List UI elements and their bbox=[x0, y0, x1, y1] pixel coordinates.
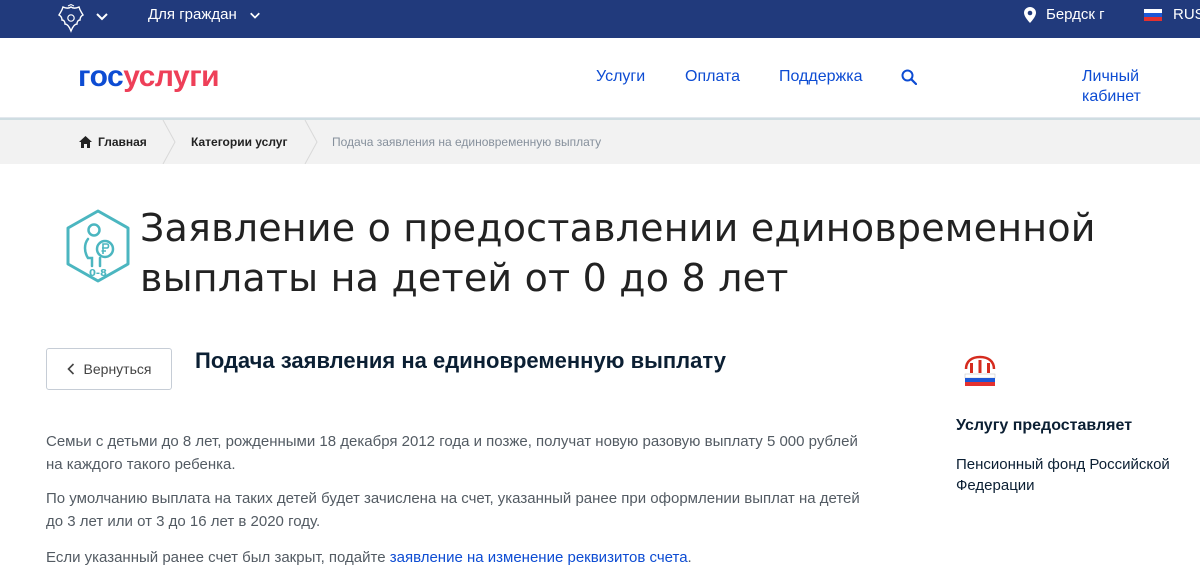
info-paragraph: Семьи с детьми до 8 лет, рожденными 18 д… bbox=[46, 433, 858, 473]
nav-services[interactable]: Услуги bbox=[596, 67, 645, 87]
nav-support[interactable]: Поддержка bbox=[779, 67, 862, 87]
nav-personal-account[interactable]: Личный кабинет bbox=[1082, 67, 1200, 107]
child-payment-icon-label: 0-8 bbox=[89, 268, 107, 279]
change-account-details-link[interactable]: заявление на изменение реквизитов счета bbox=[390, 549, 688, 566]
top-bar: Для граждан Бердск г RUS bbox=[0, 0, 1200, 38]
breadcrumb-separator bbox=[162, 120, 176, 164]
breadcrumb-home[interactable]: Главная bbox=[79, 135, 147, 149]
pfr-logo-icon bbox=[964, 355, 996, 386]
language-selector[interactable]: RUS bbox=[1144, 6, 1200, 24]
nav-payment[interactable]: Оплата bbox=[685, 67, 740, 87]
site-header: госуслуги Услуги Оплата Поддержка Личный… bbox=[0, 38, 1200, 118]
provider-heading: Услугу предоставляет bbox=[956, 417, 1133, 434]
audience-selector[interactable]: Для граждан bbox=[148, 6, 261, 24]
child-payment-icon: 0-8 bbox=[66, 209, 130, 283]
logo-part-uslugi: услуги bbox=[123, 60, 220, 93]
audience-label: Для граждан bbox=[148, 6, 237, 23]
home-icon bbox=[79, 136, 92, 148]
breadcrumb-home-label: Главная bbox=[98, 135, 147, 149]
info-paragraph: По умолчанию выплата на таких детей буде… bbox=[46, 490, 860, 530]
logo-part-gos: гос bbox=[78, 60, 124, 93]
info-paragraph-end: . bbox=[687, 549, 692, 566]
city-label: Бердск г bbox=[1046, 6, 1105, 23]
page-title: Заявление о предоставлении единовременно… bbox=[140, 206, 1096, 300]
gosuslugi-logo[interactable]: госуслуги bbox=[78, 60, 220, 94]
emblem-icon[interactable] bbox=[56, 4, 86, 34]
search-icon[interactable] bbox=[901, 69, 917, 85]
info-paragraph-text: Если указанный ранее счет был закрыт, по… bbox=[46, 549, 390, 566]
chevron-down-icon[interactable] bbox=[95, 9, 109, 23]
breadcrumb-categories[interactable]: Категории услуг bbox=[191, 135, 287, 149]
breadcrumb: Главная Категории услуг Подача заявления… bbox=[0, 118, 1200, 164]
info-paragraph: Если указанный ранее счет был закрыт, по… bbox=[46, 546, 866, 569]
flag-ru-icon bbox=[1144, 9, 1162, 21]
back-button[interactable]: Вернуться bbox=[46, 348, 172, 390]
back-button-label: Вернуться bbox=[83, 361, 152, 377]
service-subtitle: Подача заявления на единовременную выпла… bbox=[195, 348, 726, 373]
location-selector[interactable]: Бердск г bbox=[1024, 6, 1105, 24]
chevron-left-icon bbox=[66, 363, 74, 375]
breadcrumb-current: Подача заявления на единовременную выпла… bbox=[332, 135, 602, 149]
language-label: RUS bbox=[1173, 6, 1200, 23]
location-pin-icon bbox=[1024, 7, 1036, 23]
chevron-down-icon bbox=[249, 12, 260, 19]
provider-name: Пенсионный фонд Российской Федерации bbox=[956, 456, 1170, 494]
breadcrumb-separator bbox=[304, 120, 318, 164]
